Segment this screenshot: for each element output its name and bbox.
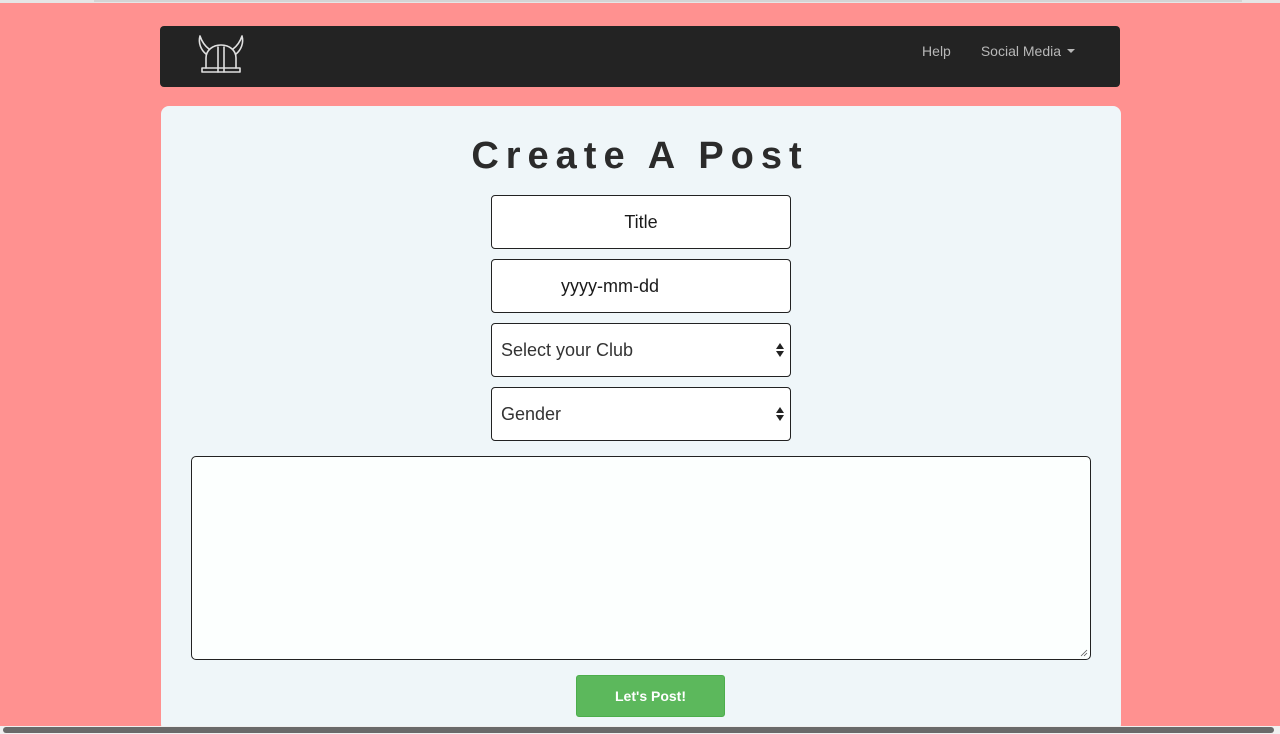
gender-select[interactable]: Gender (491, 387, 791, 441)
page-title: Create A Post (471, 135, 809, 177)
post-body-textarea[interactable] (191, 456, 1091, 660)
select-arrows-icon (776, 342, 784, 358)
title-input[interactable]: Title (491, 195, 791, 249)
gender-select-value: Gender (501, 403, 562, 424)
viking-helmet-icon[interactable] (196, 34, 246, 76)
select-arrows-icon (776, 406, 784, 422)
horizontal-scrollbar-thumb[interactable] (3, 727, 1274, 733)
nav-link-help-label: Help (922, 43, 951, 59)
nav-links: Help Social Media (892, 26, 1075, 76)
navbar: Help Social Media (160, 26, 1120, 87)
horizontal-scrollbar[interactable] (0, 726, 1280, 734)
nav-dropdown-social-media-label: Social Media (980, 43, 1061, 59)
date-input-placeholder: yyyy-mm-dd (561, 275, 659, 296)
club-select-value: Select your Club (501, 339, 634, 360)
lets-post-button[interactable]: Let's Post! (576, 675, 725, 717)
nav-link-help[interactable]: Help (922, 43, 951, 59)
club-select[interactable]: Select your Club (491, 323, 791, 377)
lets-post-button-label: Let's Post! (614, 688, 686, 704)
browser-top-strip (0, 0, 1280, 3)
resize-grip-icon[interactable] (1080, 649, 1088, 657)
caret-down-icon (1067, 49, 1075, 54)
title-input-placeholder: Title (624, 211, 658, 232)
browser-top-strip-segment (94, 0, 1242, 2)
date-input[interactable]: yyyy-mm-dd (491, 259, 791, 313)
nav-dropdown-social-media[interactable]: Social Media (981, 43, 1075, 59)
